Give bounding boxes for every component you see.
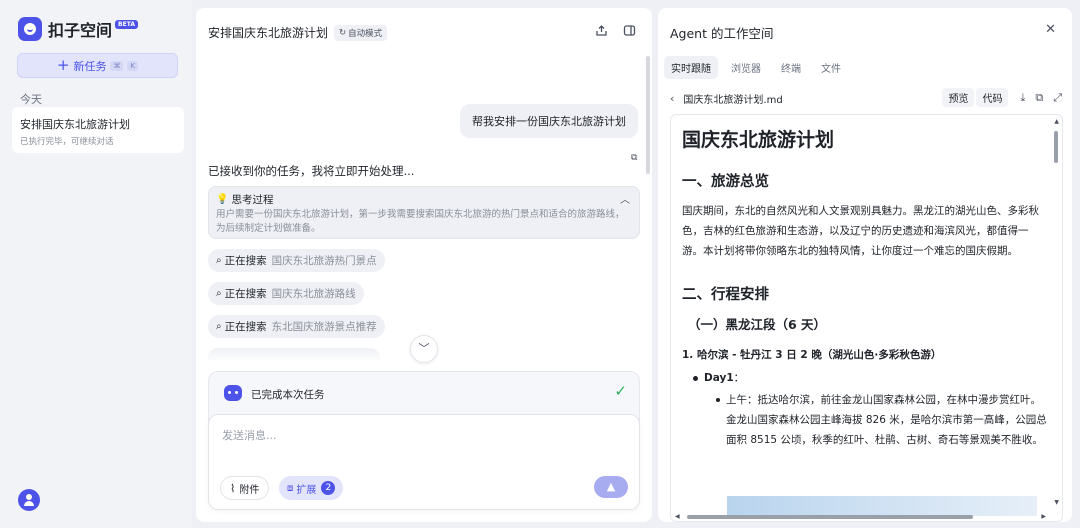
- task-status: 已执行完毕，可继续对话: [20, 137, 114, 147]
- send-icon[interactable]: ▲: [594, 476, 628, 498]
- tab-terminal[interactable]: 终端: [774, 56, 808, 79]
- file-name: 国庆东北旅游计划.md: [683, 94, 783, 106]
- doc-heading-section: （一）黑龙江段（6 天）: [688, 317, 827, 332]
- task-complete-text: 已完成本次任务: [251, 389, 325, 401]
- bot-icon: [224, 385, 242, 401]
- chevron-up-icon[interactable]: ︿: [620, 191, 630, 206]
- user-icon[interactable]: [18, 489, 40, 511]
- scroll-right-icon[interactable]: ▶: [1041, 513, 1046, 520]
- workspace-tabs: 实时跟随 浏览器 终端 文件: [664, 56, 854, 79]
- scroll-down-icon[interactable]: ▼: [1054, 499, 1059, 506]
- extend-label: 扩展: [296, 484, 317, 496]
- document-content: 国庆东北旅游计划 一、旅游总览 国庆期间，东北的自然风光和人文景观别具魅力。黑龙…: [682, 125, 1048, 450]
- doc-vertical-scrollbar[interactable]: [1054, 131, 1058, 163]
- extension-icon: ⧈: [287, 482, 294, 494]
- search-step-faded: [208, 348, 380, 362]
- thinking-header: 💡 思考过程: [216, 192, 632, 207]
- file-actions: 预览 代码 ⤓ ⧉ ⤢: [942, 88, 1062, 107]
- thinking-title: 思考过程: [231, 194, 274, 206]
- code-button[interactable]: 代码: [976, 88, 1009, 107]
- message-composer: ⌇ 附件 ⧈ 扩展 2 ▲: [208, 414, 640, 510]
- extend-button[interactable]: ⧈ 扩展 2: [279, 476, 344, 500]
- doc-day-label: Day1: [704, 372, 734, 384]
- message-input[interactable]: [222, 429, 602, 442]
- auto-mode-icon: ↻: [339, 27, 347, 38]
- workspace-panel: Agent 的工作空间 ✕ 实时跟随 浏览器 终端 文件 ‹ 国庆东北旅游计划.…: [658, 8, 1072, 522]
- duplicate-icon[interactable]: ⧉: [1035, 91, 1043, 105]
- doc-route-heading: 1. 哈尔滨 - 牡丹江 3 日 2 晚（湖光山色·多彩秋色游）: [682, 349, 942, 361]
- shortcut-key: ⌘: [110, 60, 124, 71]
- split-view-icon[interactable]: [622, 24, 636, 38]
- preview-button[interactable]: 预览: [942, 88, 975, 107]
- beta-badge: BETA: [115, 19, 138, 29]
- check-icon: ✓: [614, 382, 627, 400]
- attach-button[interactable]: ⌇ 附件: [220, 476, 270, 500]
- mode-badge[interactable]: ↻ 自动模式: [334, 24, 388, 41]
- robot-logo-icon: [18, 17, 42, 41]
- download-icon[interactable]: ⤓: [1020, 91, 1025, 105]
- search-step-label: 正在搜索: [224, 255, 267, 267]
- app-name: 扣子空间: [48, 21, 113, 40]
- workspace-title: Agent 的工作空间: [670, 26, 774, 41]
- doc-heading-overview: 一、旅游总览: [682, 174, 769, 190]
- bulb-icon: 💡: [216, 194, 229, 205]
- doc-day-colon: ：: [733, 372, 745, 384]
- search-step-query: 国庆东北旅游热门景点: [271, 255, 377, 267]
- chevron-down-icon[interactable]: ﹀: [410, 335, 438, 363]
- tab-browser[interactable]: 浏览器: [724, 56, 768, 79]
- paperclip-icon: ⌇: [230, 481, 236, 495]
- share-icon[interactable]: [594, 24, 608, 38]
- search-step-query: 东北国庆旅游景点推荐: [271, 321, 377, 333]
- extend-count-badge: 2: [321, 481, 336, 495]
- thinking-panel[interactable]: 💡 思考过程 ︿ 用户需要一份国庆东北旅游计划，第一步我需要搜索国庆东北旅游的热…: [208, 186, 640, 239]
- sidebar: 扣子空间 BETA + 新任务 ⌘ K 今天 安排国庆东北旅游计划 已执行完毕，…: [0, 0, 192, 528]
- chat-scrollbar[interactable]: [646, 56, 650, 174]
- search-step[interactable]: ⌕ 正在搜索 国庆东北旅游热门景点: [208, 249, 385, 272]
- mode-badge-label: 自动模式: [348, 28, 383, 39]
- doc-heading-itinerary: 二、行程安排: [682, 287, 769, 303]
- shortcut-key: K: [127, 60, 139, 71]
- search-step[interactable]: ⌕ 正在搜索 国庆东北旅游路线: [208, 282, 364, 305]
- user-message: 帮我安排一份国庆东北旅游计划: [460, 104, 638, 138]
- doc-image: [727, 496, 1037, 516]
- thinking-body: 用户需要一份国庆东北旅游计划，第一步我需要搜索国庆东北旅游的热门景点和适合的旅游…: [216, 209, 625, 234]
- task-list-item[interactable]: 安排国庆东北旅游计划 已执行完毕，可继续对话: [12, 107, 184, 153]
- agent-reply: 已接收到你的任务，我将立即开始处理...: [208, 164, 415, 178]
- doc-day-detail: 上午：抵达哈尔滨，前往金龙山国家森林公园，在林中漫步赏红叶。金龙山国家森林公园主…: [682, 390, 1048, 450]
- doc-title: 国庆东北旅游计划: [682, 129, 835, 151]
- chat-title: 安排国庆东北旅游计划: [208, 26, 329, 40]
- attach-label: 附件: [239, 484, 260, 496]
- scroll-up-icon[interactable]: ▲: [1054, 118, 1059, 125]
- section-today: 今天: [20, 93, 42, 106]
- doc-overview-text: 国庆期间，东北的自然风光和人文景观别具魅力。黑龙江的湖光山色、多彩秋色，吉林的红…: [682, 205, 1039, 257]
- doc-horizontal-scrollbar[interactable]: [687, 515, 973, 519]
- markdown-preview[interactable]: 国庆东北旅游计划 一、旅游总览 国庆期间，东北的自然风光和人文景观别具魅力。黑龙…: [670, 114, 1063, 522]
- search-step-label: 正在搜索: [224, 321, 267, 333]
- tab-files[interactable]: 文件: [814, 56, 848, 79]
- search-icon: ⌕: [216, 255, 222, 266]
- tab-live-follow[interactable]: 实时跟随: [664, 56, 718, 79]
- doc-day-item: Day1：: [682, 368, 1048, 388]
- chat-panel: 安排国庆东北旅游计划 ↻ 自动模式 帮我安排一份国庆东北旅游计划 ⧉ 已接收到你…: [196, 8, 652, 522]
- search-step-query: 国庆东北旅游路线: [271, 288, 356, 300]
- new-task-label: 新任务: [73, 59, 107, 73]
- scroll-left-icon[interactable]: ◀: [675, 513, 680, 520]
- search-icon: ⌕: [216, 321, 222, 332]
- expand-icon[interactable]: ⤢: [1053, 91, 1062, 105]
- plus-icon: +: [56, 56, 70, 74]
- search-step[interactable]: ⌕ 正在搜索 东北国庆旅游景点推荐: [208, 315, 385, 338]
- app-logo[interactable]: 扣子空间 BETA: [18, 17, 138, 41]
- task-title: 安排国庆东北旅游计划: [20, 118, 130, 131]
- back-icon[interactable]: ‹: [670, 92, 674, 105]
- copy-icon[interactable]: ⧉: [631, 153, 637, 163]
- file-toolbar: ‹ 国庆东北旅游计划.md 预览 代码 ⤓ ⧉ ⤢: [670, 88, 1062, 108]
- chat-header: 安排国庆东北旅游计划 ↻ 自动模式: [208, 24, 388, 41]
- search-icon: ⌕: [216, 288, 222, 299]
- search-step-label: 正在搜索: [224, 288, 267, 300]
- close-icon[interactable]: ✕: [1045, 22, 1056, 37]
- new-task-button[interactable]: + 新任务 ⌘ K: [17, 53, 178, 78]
